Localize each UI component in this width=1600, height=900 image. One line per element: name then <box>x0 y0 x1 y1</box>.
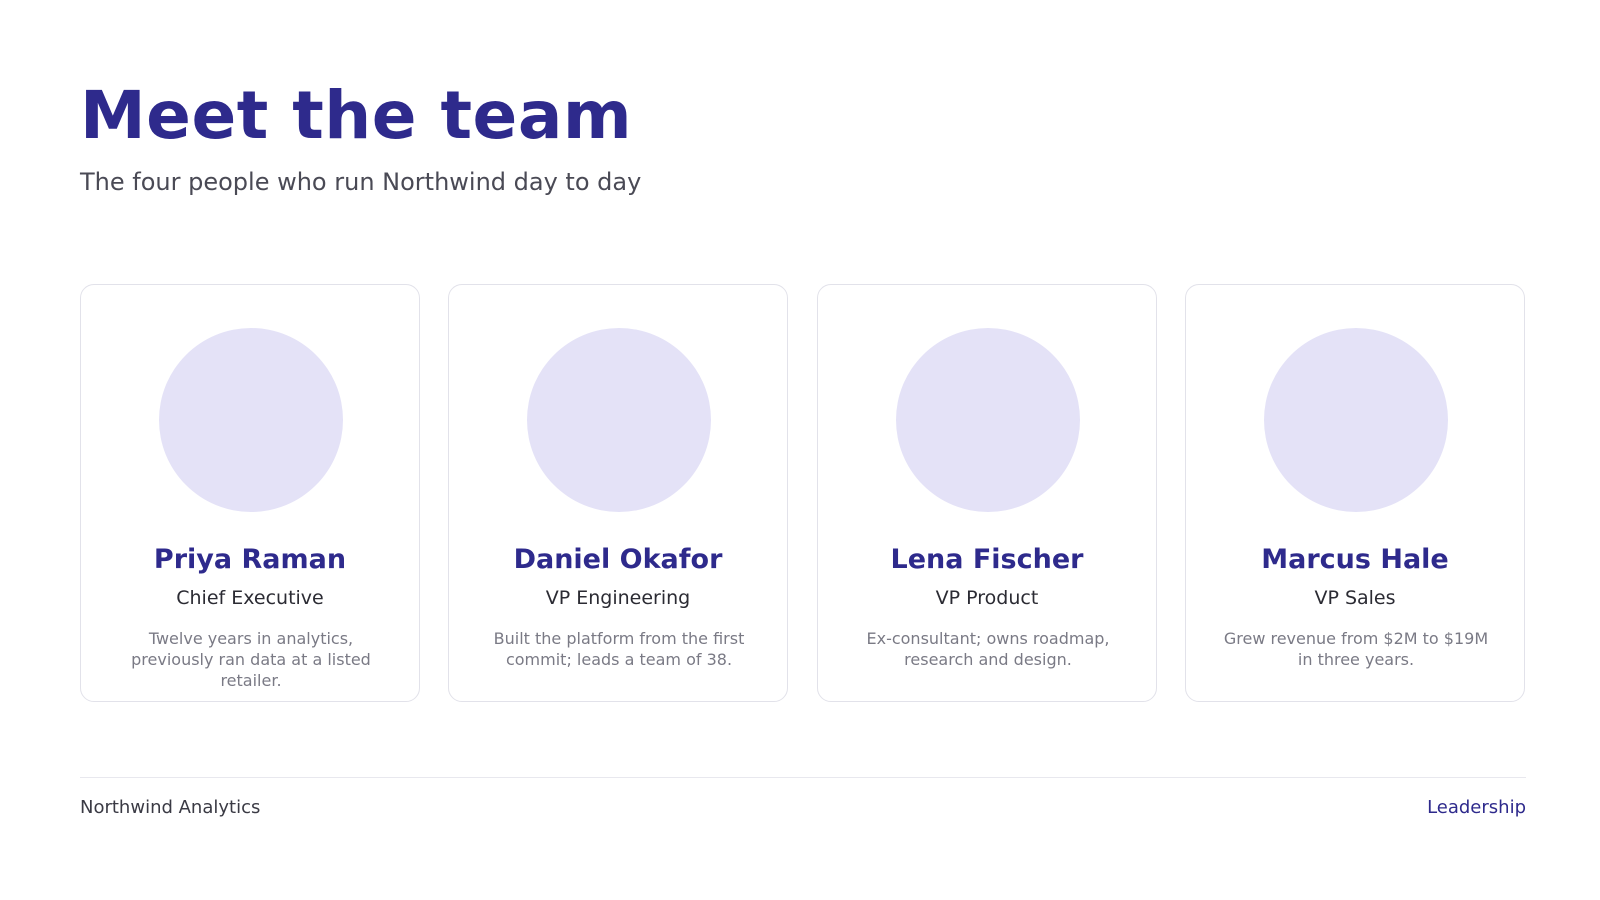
team-card: Daniel Okafor VP Engineering Built the p… <box>448 284 788 702</box>
member-name: Priya Raman <box>153 544 347 575</box>
member-name: Daniel Okafor <box>513 544 723 575</box>
member-role: VP Product <box>935 587 1039 609</box>
team-card: Lena Fischer VP Product Ex-consultant; o… <box>817 284 1157 702</box>
avatar <box>159 328 343 512</box>
team-slide: Meet the team The four people who run No… <box>80 0 1526 900</box>
page-subtitle: The four people who run Northwind day to… <box>80 168 642 196</box>
member-role: VP Sales <box>1314 587 1396 609</box>
avatar <box>1264 328 1448 512</box>
page-title: Meet the team <box>80 77 633 154</box>
member-bio: Ex-consultant; owns roadmap, research an… <box>866 629 1110 669</box>
footer-section-label: Leadership <box>1427 797 1526 818</box>
footer-company: Northwind Analytics <box>80 797 261 818</box>
member-bio: Built the platform from the first commit… <box>493 629 745 669</box>
member-role: VP Engineering <box>545 587 691 609</box>
team-card: Priya Raman Chief Executive Twelve years… <box>80 284 420 702</box>
avatar <box>527 328 711 512</box>
footer-divider <box>80 777 1526 778</box>
member-role: Chief Executive <box>176 587 324 609</box>
avatar <box>896 328 1080 512</box>
member-bio: Grew revenue from $2M to $19M in three y… <box>1223 629 1489 669</box>
team-card: Marcus Hale VP Sales Grew revenue from $… <box>1185 284 1525 702</box>
member-bio: Twelve years in analytics, previously ra… <box>131 629 371 690</box>
team-cards: Priya Raman Chief Executive Twelve years… <box>80 284 1526 704</box>
member-name: Lena Fischer <box>890 544 1084 575</box>
member-name: Marcus Hale <box>1261 544 1449 575</box>
